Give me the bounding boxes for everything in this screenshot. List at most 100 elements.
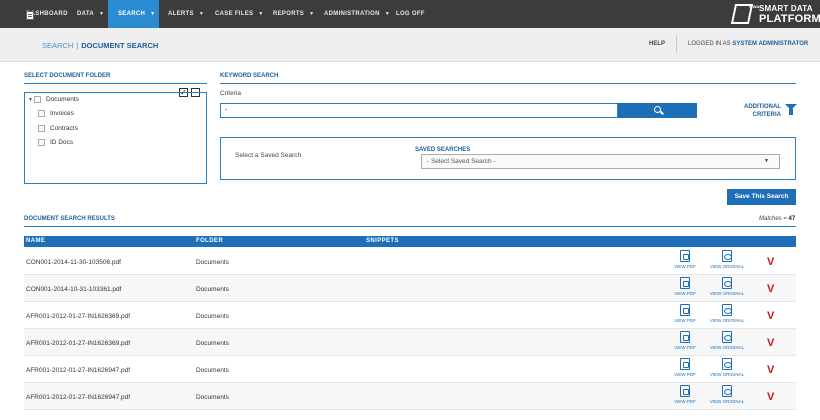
column-name[interactable]: NAME xyxy=(26,238,45,244)
document-icon xyxy=(26,11,34,20)
pdf-icon xyxy=(680,358,690,370)
results-section-title: DOCUMENT SEARCH RESULTS xyxy=(24,216,115,222)
file-name: CON001-2014-11-30-103506.pdf xyxy=(26,259,121,266)
results-table-header xyxy=(24,236,796,247)
nav-log-off[interactable]: LOG OFF xyxy=(396,0,425,28)
breadcrumb-separator: | xyxy=(76,41,79,50)
folder-name: Documents xyxy=(196,286,229,293)
file-name: AFR001-2012-01-27-IN1626369.pdf xyxy=(26,340,131,347)
nav-administration[interactable]: ADMINISTRATION ▼ xyxy=(324,0,390,28)
file-name: AFR001-2012-01-27-IN1626947.pdf xyxy=(26,367,131,374)
table-row: AFR001-2012-01-27-IN1626947.pdf Documents… xyxy=(24,383,796,410)
folder-section-title: SELECT DOCUMENT FOLDER xyxy=(24,73,111,79)
folder-name: Documents xyxy=(196,259,229,266)
v-mark-icon[interactable]: V xyxy=(767,364,774,376)
help-link[interactable]: HELP xyxy=(649,41,665,47)
view-pdf-button[interactable]: VIEW PDF xyxy=(672,358,698,377)
v-mark-icon[interactable]: V xyxy=(767,310,774,322)
eye-icon xyxy=(722,358,732,370)
v-mark-icon[interactable]: V xyxy=(767,283,774,295)
v-mark-icon[interactable]: V xyxy=(767,256,774,268)
folder-name: Documents xyxy=(196,340,229,347)
view-pdf-button[interactable]: VIEW PDF xyxy=(672,250,698,269)
folder-id-docs[interactable]: ID Docs xyxy=(50,139,73,146)
eye-icon xyxy=(722,277,732,289)
pdf-icon xyxy=(680,385,690,397)
view-original-button[interactable]: VIEW ORIGINAL xyxy=(707,358,747,377)
chevron-down-icon: ▼ xyxy=(150,11,156,17)
file-name: AFR001-2012-01-27-IN1626369.pdf xyxy=(26,313,131,320)
table-row: CON001-2014-10-31-103361.pdf Documents VIE… xyxy=(24,275,796,302)
saved-searches-title: SAVED SEARCHES xyxy=(415,147,471,153)
search-button[interactable] xyxy=(618,103,697,118)
header-divider xyxy=(676,35,677,53)
view-pdf-button[interactable]: VIEW PDF xyxy=(672,277,698,296)
folder-documents[interactable]: Documents xyxy=(46,96,79,103)
eye-icon xyxy=(722,331,732,343)
nav-data[interactable]: DATA ▼ xyxy=(77,0,104,28)
pdf-icon xyxy=(680,250,690,262)
keyword-section-rule xyxy=(220,83,796,84)
nav-case-files[interactable]: CASE FILES ▼ xyxy=(215,0,264,28)
table-row: AFR001-2012-01-27-IN1626947.pdf Documents… xyxy=(24,356,796,383)
eye-icon xyxy=(722,304,732,316)
pdf-icon xyxy=(680,304,690,316)
user-name-link[interactable]: SYSTEM ADMINISTRATOR xyxy=(732,41,808,47)
nav-reports[interactable]: REPORTS ▼ xyxy=(273,0,314,28)
view-original-button[interactable]: VIEW ORIGINAL xyxy=(707,331,747,350)
logged-in-label: LOGGED IN AS xyxy=(688,41,731,47)
matches-count: Matches = 47 xyxy=(759,216,796,222)
top-nav-bar: DASHBOARD DATA ▼ SEARCH ▼ ALERTS ▼ CASE FIL… xyxy=(0,0,820,28)
save-search-button[interactable]: Save This Search xyxy=(727,189,796,205)
saved-search-select[interactable]: - Select Saved Search - ▼ xyxy=(421,154,780,169)
folder-checkbox-contracts[interactable] xyxy=(38,125,45,132)
view-pdf-button[interactable]: VIEW PDF xyxy=(672,385,698,404)
view-original-button[interactable]: VIEW ORIGINAL xyxy=(707,385,747,404)
page-title: DOCUMENT SEARCH xyxy=(81,41,159,50)
tree-collapse-icon[interactable]: ▼ xyxy=(28,97,33,103)
logo-line1: SMART DATA xyxy=(759,4,813,13)
folder-checkbox-invoices[interactable] xyxy=(38,110,45,117)
chevron-down-icon: ▼ xyxy=(764,158,769,164)
app-logo: WWA SMART DATA PLATFORM xyxy=(730,2,820,26)
chevron-down-icon: ▼ xyxy=(98,11,105,17)
view-original-button[interactable]: VIEW ORIGINAL xyxy=(707,250,747,269)
column-snippets: SNIPPETS xyxy=(366,238,399,244)
criteria-label: Criteria xyxy=(220,90,241,97)
table-row: AFR001-2012-01-27-IN1626369.pdf Documents… xyxy=(24,329,796,356)
view-pdf-button[interactable]: VIEW PDF xyxy=(672,331,698,350)
view-original-button[interactable]: VIEW ORIGINAL xyxy=(707,277,747,296)
criteria-input[interactable]: - xyxy=(220,103,618,118)
chevron-down-icon: ▼ xyxy=(384,11,391,17)
folder-checkbox-documents[interactable] xyxy=(34,96,41,103)
logo-line2: PLATFORM xyxy=(759,13,820,25)
pdf-icon xyxy=(680,277,690,289)
breadcrumb: SEARCH | DOCUMENT SEARCH xyxy=(42,41,158,50)
additional-criteria-link[interactable]: ADDITIONAL CRITERIA xyxy=(735,103,781,119)
folder-contracts[interactable]: Contracts xyxy=(50,125,78,132)
view-pdf-button[interactable]: VIEW PDF xyxy=(672,304,698,323)
logo-small-text: WWA xyxy=(749,4,760,9)
folder-section-rule xyxy=(24,83,207,84)
pdf-icon xyxy=(680,331,690,343)
chevron-down-icon: ▼ xyxy=(198,11,205,17)
table-row: AFR001-2012-01-27-IN1626369.pdf Documents… xyxy=(24,302,796,329)
column-folder[interactable]: FOLDER xyxy=(196,238,223,244)
folder-name: Documents xyxy=(196,367,229,374)
v-mark-icon[interactable]: V xyxy=(767,391,774,403)
logged-in-info: LOGGED IN AS SYSTEM ADMINISTRATOR xyxy=(688,41,808,47)
view-original-button[interactable]: VIEW ORIGINAL xyxy=(707,304,747,323)
folder-name: Documents xyxy=(196,394,229,401)
table-row: CON001-2014-11-30-103506.pdf Documents VIE… xyxy=(24,248,796,275)
results-section-rule xyxy=(24,226,796,227)
file-name: CON001-2014-10-31-103361.pdf xyxy=(26,286,122,293)
v-mark-icon[interactable]: V xyxy=(767,337,774,349)
folder-checkbox-id-docs[interactable] xyxy=(38,139,45,146)
chevron-down-icon: ▼ xyxy=(258,11,264,17)
nav-alerts[interactable]: ALERTS ▼ xyxy=(168,0,204,28)
eye-icon xyxy=(722,250,732,262)
folder-invoices[interactable]: Invoices xyxy=(50,110,74,117)
chevron-down-icon: ▼ xyxy=(309,11,315,17)
breadcrumb-parent[interactable]: SEARCH xyxy=(42,41,73,50)
nav-search[interactable]: SEARCH ▼ xyxy=(108,0,159,28)
